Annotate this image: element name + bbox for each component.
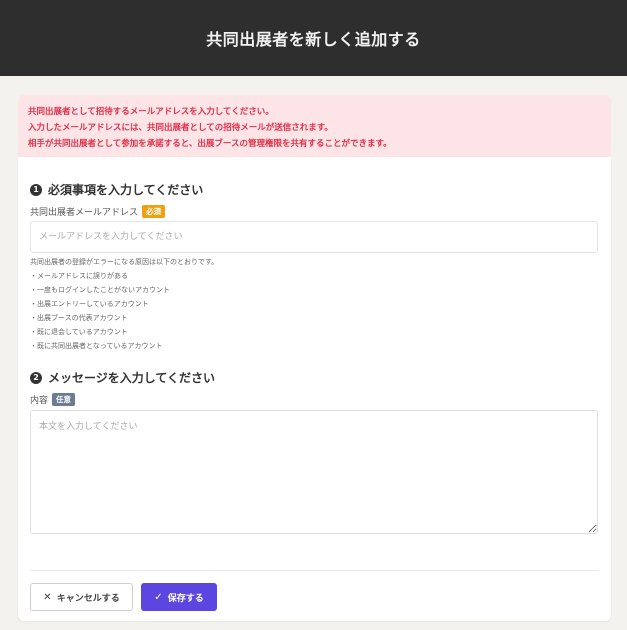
notice-line: 共同出展者として招待するメールアドレスを入力してください。 — [28, 107, 274, 117]
error-help-text: 共同出展者の登録がエラーになる原因は以下のとおりです。 ・メールアドレスに誤りが… — [30, 255, 218, 353]
help-item: ・出展ブースの代表アカウント — [30, 314, 128, 322]
check-icon: ✓ — [154, 591, 163, 603]
section-title-text: メッセージを入力してください — [48, 371, 216, 385]
help-list: ・メールアドレスに誤りがある ・一度もログインしたことがないアカウント ・出展エ… — [30, 269, 218, 353]
help-item: ・一度もログインしたことがないアカウント — [30, 286, 170, 294]
help-item: ・メールアドレスに誤りがある — [30, 272, 128, 280]
optional-badge: 任意 — [52, 393, 76, 406]
cancel-button-label: キャンセルする — [56, 593, 120, 604]
form-card: 1 必須事項を入力してください 共同出展者メールアドレス 必須 共同出展者の登録… — [18, 157, 611, 621]
help-item: ・既に共同出展者となっているアカウント — [30, 342, 163, 350]
email-label-text: 共同出展者メールアドレス — [30, 208, 139, 218]
notice-line: 相手が共同出展者として参加を承諾すると、出展ブースの管理権限を共有することができ… — [28, 139, 392, 149]
content-field-label: 内容 任意 — [30, 393, 76, 406]
cancel-button[interactable]: ✕ キャンセルする — [30, 583, 133, 611]
page-header: 共同出展者を新しく追加する — [0, 0, 627, 76]
info-notice: 共同出展者として招待するメールアドレスを入力してください。 入力したメールアドレ… — [18, 95, 611, 157]
required-badge: 必須 — [142, 205, 166, 218]
step-number-badge: 2 — [30, 371, 42, 384]
save-button[interactable]: ✓ 保存する — [141, 583, 217, 611]
section-message-title: 2 メッセージを入力してください — [30, 369, 215, 386]
divider — [30, 570, 598, 571]
email-field-label: 共同出展者メールアドレス 必須 — [30, 205, 166, 218]
step-number-badge: 1 — [30, 183, 42, 196]
save-button-label: 保存する — [167, 593, 204, 604]
help-intro: 共同出展者の登録がエラーになる原因は以下のとおりです。 — [30, 258, 219, 266]
page-title: 共同出展者を新しく追加する — [206, 30, 421, 49]
email-input[interactable] — [30, 221, 598, 253]
help-item: ・既に退会しているアカウント — [30, 328, 128, 336]
section-required-title: 1 必須事項を入力してください — [30, 181, 203, 198]
notice-line: 入力したメールアドレスには、共同出展者としての招待メールが送信されます。 — [28, 123, 333, 133]
message-textarea[interactable] — [30, 410, 598, 534]
help-item: ・出展エントリーしているアカウント — [30, 300, 149, 308]
close-icon: ✕ — [43, 591, 52, 603]
section-title-text: 必須事項を入力してください — [48, 183, 204, 197]
content-label-text: 内容 — [30, 396, 49, 406]
